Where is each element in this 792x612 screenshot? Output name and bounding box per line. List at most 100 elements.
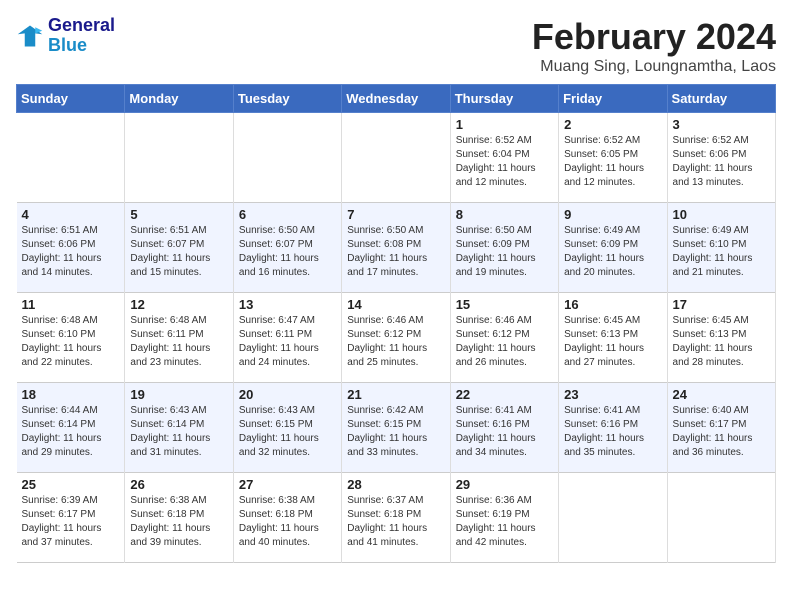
day-cell: 26 Sunrise: 6:38 AM Sunset: 6:18 PM Dayli… [125, 473, 233, 563]
week-row-0: 1 Sunrise: 6:52 AM Sunset: 6:04 PM Daylig… [17, 113, 776, 203]
day-number: 27 [239, 477, 336, 492]
header-cell-sunday: Sunday [17, 85, 125, 113]
day-info: Sunrise: 6:52 AM Sunset: 6:04 PM Dayligh… [456, 135, 536, 188]
day-info: Sunrise: 6:38 AM Sunset: 6:18 PM Dayligh… [130, 495, 210, 548]
day-cell [125, 113, 233, 203]
day-info: Sunrise: 6:37 AM Sunset: 6:18 PM Dayligh… [347, 495, 427, 548]
day-info: Sunrise: 6:48 AM Sunset: 6:11 PM Dayligh… [130, 315, 210, 368]
day-number: 22 [456, 387, 553, 402]
logo-line2: Blue [48, 36, 115, 56]
logo: General Blue [16, 16, 115, 56]
day-cell: 22 Sunrise: 6:41 AM Sunset: 6:16 PM Dayli… [450, 383, 558, 473]
day-cell: 25Sunrise: 6:39 AM Sunset: 6:17 PM Dayli… [17, 473, 125, 563]
day-number: 15 [456, 297, 553, 312]
day-info: Sunrise: 6:50 AM Sunset: 6:09 PM Dayligh… [456, 225, 536, 278]
day-number: 2 [564, 117, 661, 132]
day-number: 29 [456, 477, 553, 492]
day-cell: 16 Sunrise: 6:45 AM Sunset: 6:13 PM Dayli… [559, 293, 667, 383]
day-info: Sunrise: 6:43 AM Sunset: 6:15 PM Dayligh… [239, 405, 319, 458]
day-cell [233, 113, 341, 203]
header-cell-friday: Friday [559, 85, 667, 113]
day-number: 12 [130, 297, 227, 312]
day-info: Sunrise: 6:52 AM Sunset: 6:05 PM Dayligh… [564, 135, 644, 188]
day-number: 1 [456, 117, 553, 132]
day-cell: 13Sunrise: 6:47 AM Sunset: 6:11 PM Dayli… [233, 293, 341, 383]
week-row-4: 25Sunrise: 6:39 AM Sunset: 6:17 PM Dayli… [17, 473, 776, 563]
header-cell-tuesday: Tuesday [233, 85, 341, 113]
day-cell: 4 Sunrise: 6:51 AM Sunset: 6:06 PM Daylig… [17, 203, 125, 293]
day-info: Sunrise: 6:50 AM Sunset: 6:07 PM Dayligh… [239, 225, 319, 278]
day-cell: 20 Sunrise: 6:43 AM Sunset: 6:15 PM Dayli… [233, 383, 341, 473]
day-cell: 2 Sunrise: 6:52 AM Sunset: 6:05 PM Daylig… [559, 113, 667, 203]
day-cell: 10 Sunrise: 6:49 AM Sunset: 6:10 PM Dayli… [667, 203, 775, 293]
day-number: 17 [673, 297, 770, 312]
day-cell: 1 Sunrise: 6:52 AM Sunset: 6:04 PM Daylig… [450, 113, 558, 203]
day-info: Sunrise: 6:49 AM Sunset: 6:10 PM Dayligh… [673, 225, 753, 278]
day-number: 19 [130, 387, 227, 402]
day-cell: 28 Sunrise: 6:37 AM Sunset: 6:18 PM Dayli… [342, 473, 450, 563]
day-info: Sunrise: 6:43 AM Sunset: 6:14 PM Dayligh… [130, 405, 210, 458]
day-info: Sunrise: 6:45 AM Sunset: 6:13 PM Dayligh… [673, 315, 753, 368]
day-number: 4 [22, 207, 120, 222]
day-info: Sunrise: 6:41 AM Sunset: 6:16 PM Dayligh… [456, 405, 536, 458]
day-info: Sunrise: 6:48 AM Sunset: 6:10 PM Dayligh… [22, 315, 102, 368]
day-number: 6 [239, 207, 336, 222]
day-cell: 15 Sunrise: 6:46 AM Sunset: 6:12 PM Dayli… [450, 293, 558, 383]
header-cell-wednesday: Wednesday [342, 85, 450, 113]
calendar-header: SundayMondayTuesdayWednesdayThursdayFrid… [17, 85, 776, 113]
day-number: 7 [347, 207, 444, 222]
day-info: Sunrise: 6:45 AM Sunset: 6:13 PM Dayligh… [564, 315, 644, 368]
day-info: Sunrise: 6:42 AM Sunset: 6:15 PM Dayligh… [347, 405, 427, 458]
day-number: 28 [347, 477, 444, 492]
day-cell: 9Sunrise: 6:49 AM Sunset: 6:09 PM Daylig… [559, 203, 667, 293]
day-number: 13 [239, 297, 336, 312]
day-cell: 19 Sunrise: 6:43 AM Sunset: 6:14 PM Dayli… [125, 383, 233, 473]
day-number: 16 [564, 297, 661, 312]
day-info: Sunrise: 6:39 AM Sunset: 6:17 PM Dayligh… [22, 495, 102, 548]
calendar-subtitle: Muang Sing, Loungnamtha, Laos [532, 58, 776, 76]
day-number: 26 [130, 477, 227, 492]
day-cell [342, 113, 450, 203]
logo-icon [16, 22, 44, 50]
day-cell: 17 Sunrise: 6:45 AM Sunset: 6:13 PM Dayli… [667, 293, 775, 383]
day-cell: 24Sunrise: 6:40 AM Sunset: 6:17 PM Dayli… [667, 383, 775, 473]
day-cell: 6 Sunrise: 6:50 AM Sunset: 6:07 PM Daylig… [233, 203, 341, 293]
day-cell: 12 Sunrise: 6:48 AM Sunset: 6:11 PM Dayli… [125, 293, 233, 383]
day-cell: 21 Sunrise: 6:42 AM Sunset: 6:15 PM Dayli… [342, 383, 450, 473]
day-number: 23 [564, 387, 661, 402]
day-cell: 23 Sunrise: 6:41 AM Sunset: 6:16 PM Dayli… [559, 383, 667, 473]
day-number: 10 [673, 207, 770, 222]
day-cell: 11 Sunrise: 6:48 AM Sunset: 6:10 PM Dayli… [17, 293, 125, 383]
day-number: 9 [564, 207, 661, 222]
day-info: Sunrise: 6:51 AM Sunset: 6:06 PM Dayligh… [22, 225, 102, 278]
day-cell: 3 Sunrise: 6:52 AM Sunset: 6:06 PM Daylig… [667, 113, 775, 203]
day-info: Sunrise: 6:52 AM Sunset: 6:06 PM Dayligh… [673, 135, 753, 188]
header-cell-saturday: Saturday [667, 85, 775, 113]
day-number: 18 [22, 387, 120, 402]
day-cell [559, 473, 667, 563]
day-info: Sunrise: 6:50 AM Sunset: 6:08 PM Dayligh… [347, 225, 427, 278]
week-row-2: 11 Sunrise: 6:48 AM Sunset: 6:10 PM Dayli… [17, 293, 776, 383]
day-cell: 5Sunrise: 6:51 AM Sunset: 6:07 PM Daylig… [125, 203, 233, 293]
day-info: Sunrise: 6:41 AM Sunset: 6:16 PM Dayligh… [564, 405, 644, 458]
day-info: Sunrise: 6:36 AM Sunset: 6:19 PM Dayligh… [456, 495, 536, 548]
day-number: 20 [239, 387, 336, 402]
logo-line1: General [48, 16, 115, 36]
day-number: 11 [22, 297, 120, 312]
day-cell: 8 Sunrise: 6:50 AM Sunset: 6:09 PM Daylig… [450, 203, 558, 293]
day-cell: 18 Sunrise: 6:44 AM Sunset: 6:14 PM Dayli… [17, 383, 125, 473]
day-info: Sunrise: 6:46 AM Sunset: 6:12 PM Dayligh… [456, 315, 536, 368]
day-number: 3 [673, 117, 770, 132]
day-cell: 14 Sunrise: 6:46 AM Sunset: 6:12 PM Dayli… [342, 293, 450, 383]
day-number: 14 [347, 297, 444, 312]
day-info: Sunrise: 6:46 AM Sunset: 6:12 PM Dayligh… [347, 315, 427, 368]
week-row-3: 18 Sunrise: 6:44 AM Sunset: 6:14 PM Dayli… [17, 383, 776, 473]
day-number: 21 [347, 387, 444, 402]
day-info: Sunrise: 6:44 AM Sunset: 6:14 PM Dayligh… [22, 405, 102, 458]
day-number: 8 [456, 207, 553, 222]
calendar-table: SundayMondayTuesdayWednesdayThursdayFrid… [16, 84, 776, 563]
calendar-title: February 2024 [532, 16, 776, 58]
day-cell [17, 113, 125, 203]
day-info: Sunrise: 6:38 AM Sunset: 6:18 PM Dayligh… [239, 495, 319, 548]
header-row: SundayMondayTuesdayWednesdayThursdayFrid… [17, 85, 776, 113]
